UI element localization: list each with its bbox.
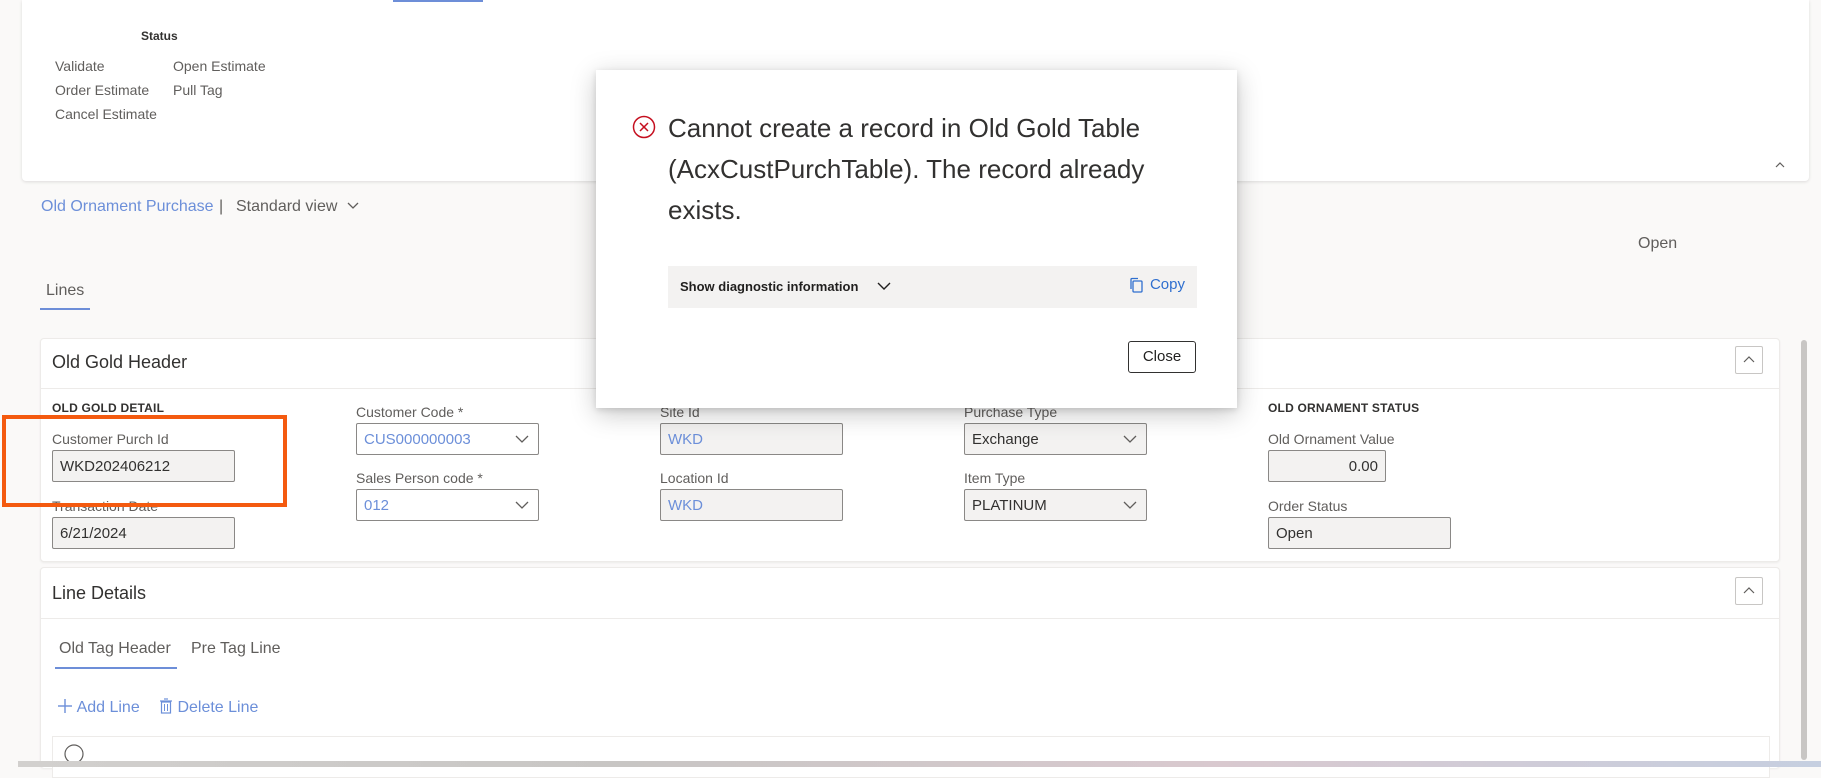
copy-icon [1130,277,1143,293]
error-icon [632,115,656,139]
error-dialog: Cannot create a record in Old Gold Table… [596,70,1237,408]
show-diagnostic-toggle[interactable]: Show diagnostic information [680,279,858,294]
copy-button[interactable]: Copy [1130,276,1185,293]
close-button[interactable]: Close [1128,341,1196,373]
error-message: Cannot create a record in Old Gold Table… [668,113,1145,225]
diagnostic-bar: Show diagnostic information Copy [668,266,1197,308]
chevron-down-icon[interactable] [876,281,892,291]
copy-label: Copy [1149,276,1185,293]
